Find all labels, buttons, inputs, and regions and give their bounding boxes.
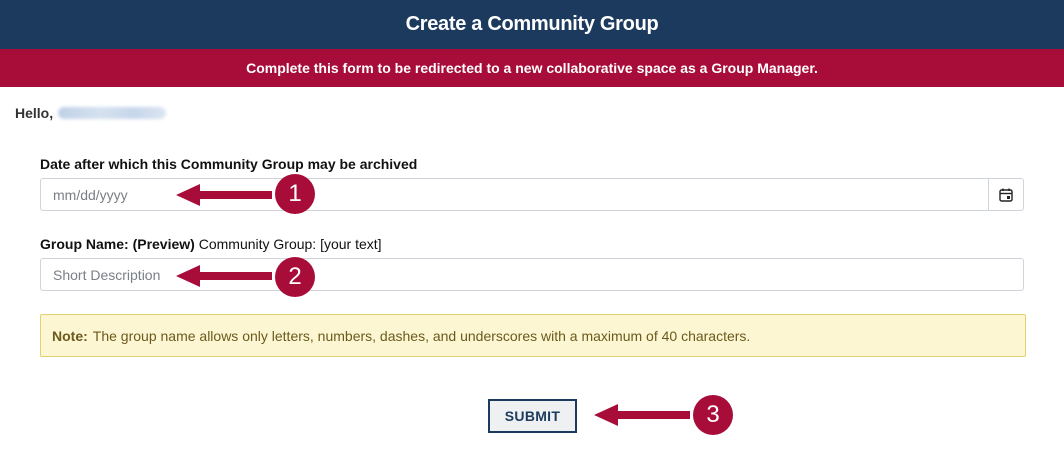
annotation-arrow-1 — [176, 184, 272, 206]
group-name-label-preview: Community Group: [your text] — [194, 236, 382, 252]
page-title: Create a Community Group — [405, 13, 659, 35]
greeting: Hello, — [15, 105, 167, 121]
annotation-arrow-3 — [594, 404, 690, 426]
archive-date-label: Date after which this Community Group ma… — [40, 156, 418, 172]
group-name-label-bold: Group Name: (Preview) — [40, 236, 195, 252]
note-alert: Note: The group name allows only letters… — [40, 314, 1026, 357]
greeting-prefix: Hello, — [15, 105, 54, 121]
info-banner: Complete this form to be redirected to a… — [0, 49, 1064, 87]
group-name-label: Group Name: (Preview) Community Group: [… — [40, 236, 382, 252]
submit-button[interactable]: SUBMIT — [488, 399, 577, 433]
archive-date-placeholder: mm/dd/yyyy — [53, 187, 128, 203]
note-text: The group name allows only letters, numb… — [92, 327, 751, 344]
calendar-icon[interactable] — [998, 187, 1014, 203]
group-name-placeholder: Short Description — [53, 267, 161, 283]
banner-text: Complete this form to be redirected to a… — [246, 60, 818, 76]
blurred-user-name — [58, 107, 167, 119]
annotation-marker-3: 3 — [693, 395, 733, 435]
annotation-marker-1: 1 — [275, 174, 315, 214]
page-header: Create a Community Group — [0, 0, 1064, 49]
annotation-arrow-2 — [176, 265, 272, 287]
note-label: Note: — [52, 327, 88, 344]
annotation-marker-2: 2 — [275, 257, 315, 297]
input-divider — [988, 179, 989, 210]
